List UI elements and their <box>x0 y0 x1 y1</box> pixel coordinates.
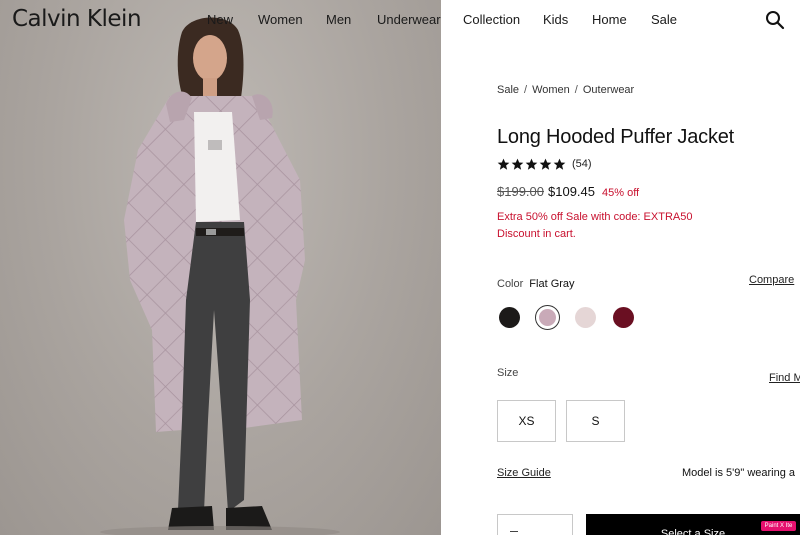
product-title: Long Hooded Puffer Jacket <box>497 126 735 148</box>
nav-new[interactable]: New <box>207 12 233 27</box>
quantity-selector[interactable] <box>497 514 573 535</box>
star-icon <box>525 158 538 170</box>
color-swatch-light-pink[interactable] <box>573 305 598 330</box>
nav-collection[interactable]: Collection <box>463 12 520 27</box>
search-icon[interactable] <box>765 10 785 30</box>
swatch-color <box>499 307 520 328</box>
product-details: Sale / Women / Outerwear Long Hooded Puffer … <box>441 40 800 535</box>
star-icon <box>553 158 566 170</box>
site-header: Calvin Klein New Women Men Underwear Col… <box>0 0 800 40</box>
original-price: $199.00 <box>497 184 544 199</box>
color-swatches <box>497 305 647 331</box>
product-image[interactable] <box>0 0 441 535</box>
model-info: Model is 5'9" wearing a <box>682 467 796 479</box>
promo-message: Extra 50% off Sale with code: EXTRA50 Di… <box>497 209 692 243</box>
star-icon <box>497 158 510 170</box>
nav-sale[interactable]: Sale <box>651 12 677 27</box>
breadcrumb-separator: / <box>524 84 528 96</box>
star-icon <box>511 158 524 170</box>
breadcrumb-outerwear[interactable]: Outerwear <box>583 84 634 96</box>
price-row: $199.00 $109.45 45% off <box>497 184 639 199</box>
breadcrumb-separator: / <box>574 84 578 96</box>
size-guide-link[interactable]: Size Guide <box>497 467 551 479</box>
breadcrumb-sale[interactable]: Sale <box>497 84 519 96</box>
breadcrumb-women[interactable]: Women <box>532 84 570 96</box>
model-photo <box>100 17 340 535</box>
swatch-color <box>613 307 634 328</box>
color-swatch-burgundy[interactable] <box>611 305 636 330</box>
breadcrumb: Sale / Women / Outerwear <box>497 84 634 96</box>
product-rating[interactable]: (54) <box>497 156 592 172</box>
size-option-xs[interactable]: XS <box>497 400 556 442</box>
main-nav: New Women Men Underwear Collection Kids … <box>0 12 800 32</box>
find-my-size-link[interactable]: Find M <box>769 372 800 384</box>
star-icon <box>539 158 552 170</box>
size-option-s[interactable]: S <box>566 400 625 442</box>
color-swatch-flat-gray[interactable] <box>535 305 560 330</box>
color-label-text: Color <box>497 278 524 290</box>
discount-badge: 45% off <box>602 187 640 199</box>
color-label: Color Flat Gray <box>497 278 575 290</box>
sale-price: $109.45 <box>548 184 595 199</box>
nav-women[interactable]: Women <box>258 12 303 27</box>
nav-home[interactable]: Home <box>592 12 627 27</box>
selected-color: Flat Gray <box>529 278 575 290</box>
minus-icon <box>510 531 518 532</box>
size-label: Size <box>497 367 519 379</box>
swatch-color <box>539 309 556 326</box>
promo-line: Discount in cart. <box>497 228 576 240</box>
star-rating <box>497 158 566 171</box>
swatch-color <box>575 307 596 328</box>
promo-line: Extra 50% off Sale with code: EXTRA50 <box>497 211 693 223</box>
nav-kids[interactable]: Kids <box>543 12 568 27</box>
nav-underwear[interactable]: Underwear <box>377 12 441 27</box>
review-count[interactable]: (54) <box>572 158 592 170</box>
overlay-badge: Paint X Ite <box>761 521 796 531</box>
color-swatch-black[interactable] <box>497 305 522 330</box>
nav-men[interactable]: Men <box>326 12 351 27</box>
compare-link[interactable]: Compare <box>749 274 794 286</box>
